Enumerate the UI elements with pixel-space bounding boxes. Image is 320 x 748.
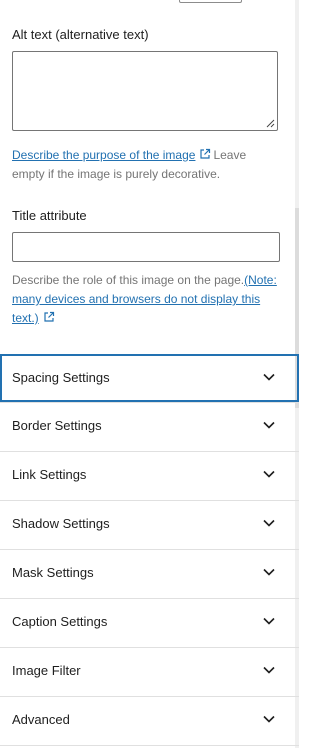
panel-title: Advanced bbox=[12, 712, 70, 727]
chevron-down-icon[interactable] bbox=[263, 373, 275, 381]
external-link-icon bbox=[200, 148, 211, 159]
panel-advanced[interactable]: Advanced bbox=[0, 696, 299, 745]
panel-title: Link Settings bbox=[12, 467, 87, 482]
bottom-divider bbox=[0, 745, 299, 746]
panel-spacing-settings[interactable]: Spacing Settings bbox=[0, 354, 299, 402]
chevron-down-icon[interactable] bbox=[263, 617, 275, 625]
title-attribute-input[interactable] bbox=[12, 232, 280, 262]
external-link-icon bbox=[44, 311, 54, 322]
settings-panels: Spacing Settings Border Settings Link Se… bbox=[0, 354, 299, 745]
alt-text-help: Describe the purpose of the image Leave … bbox=[12, 146, 280, 184]
panel-title: Mask Settings bbox=[12, 565, 94, 580]
panel-shadow-settings[interactable]: Shadow Settings bbox=[0, 500, 299, 549]
panel-link-settings[interactable]: Link Settings bbox=[0, 451, 299, 500]
panel-title: Shadow Settings bbox=[12, 516, 110, 531]
panel-image-filter[interactable]: Image Filter bbox=[0, 647, 299, 696]
panel-mask-settings[interactable]: Mask Settings bbox=[0, 549, 299, 598]
chevron-down-icon[interactable] bbox=[263, 715, 275, 723]
chevron-down-icon[interactable] bbox=[263, 519, 275, 527]
title-attribute-help-text: Describe the role of this image on the p… bbox=[12, 273, 245, 287]
panel-caption-settings[interactable]: Caption Settings bbox=[0, 598, 299, 647]
chevron-down-icon[interactable] bbox=[263, 470, 275, 478]
panel-border-settings[interactable]: Border Settings bbox=[0, 402, 299, 451]
alt-text-textarea[interactable] bbox=[12, 51, 278, 131]
chevron-down-icon[interactable] bbox=[263, 568, 275, 576]
panel-title: Spacing Settings bbox=[12, 370, 110, 385]
chevron-down-icon[interactable] bbox=[263, 421, 275, 429]
panel-title: Caption Settings bbox=[12, 614, 108, 629]
panel-title: Image Filter bbox=[12, 663, 81, 678]
resize-grip-icon[interactable] bbox=[266, 119, 275, 128]
alt-text-help-link[interactable]: Describe the purpose of the image bbox=[12, 148, 195, 162]
chevron-down-icon[interactable] bbox=[263, 666, 275, 674]
title-attribute-help: Describe the role of this image on the p… bbox=[12, 271, 280, 328]
alt-text-label: Alt text (alternative text) bbox=[12, 27, 149, 42]
panel-title: Border Settings bbox=[12, 418, 102, 433]
previous-control-edge bbox=[179, 0, 242, 3]
title-attribute-label: Title attribute bbox=[12, 208, 87, 223]
